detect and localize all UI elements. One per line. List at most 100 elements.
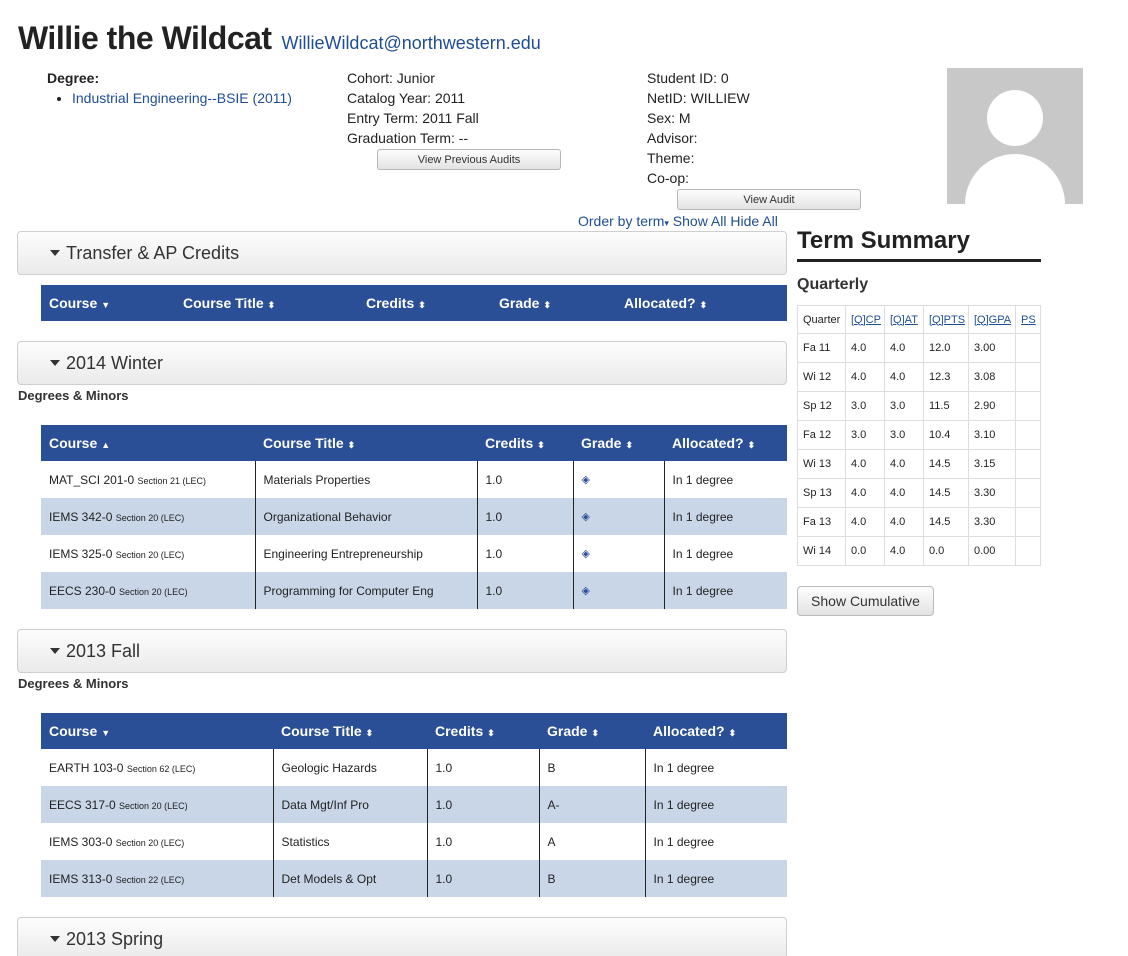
col-course-title[interactable]: Course Title ⬍ [255, 425, 477, 461]
sort-icon: ⬍ [747, 440, 756, 450]
title-cell: Statistics [272, 823, 427, 860]
title-cell: Organizational Behavior [254, 498, 477, 535]
table-row: Wi 12 4.0 4.0 12.3 3.08 [797, 362, 1041, 392]
allocated-cell: In 1 degree [644, 786, 787, 823]
sort-icon: ▲ [101, 440, 111, 450]
netid: NetID: WILLIEW [647, 90, 750, 106]
student-name: Willie the Wildcat [18, 20, 272, 56]
degree-item: Industrial Engineering--BSIE (2011) [72, 88, 327, 108]
table-row: EECS 230-0 Section 20 (LEC) Programming … [41, 572, 787, 609]
view-previous-audits-button[interactable]: View Previous Audits [377, 149, 561, 170]
sort-icon: ⬍ [728, 728, 737, 738]
allocated-cell: In 1 degree [663, 498, 787, 535]
section-title: Transfer & AP Credits [66, 242, 240, 263]
section-title: 2013 Spring [66, 928, 164, 949]
credits-cell: 1.0 [476, 572, 573, 609]
order-links: Order by term▾ Show All Hide All [578, 213, 778, 229]
avatar-head [987, 90, 1043, 146]
sort-icon: ⬍ [543, 300, 552, 310]
sort-icon: ⬍ [487, 728, 495, 738]
grade-diamond-icon: ◈ [572, 461, 664, 498]
view-audit-button[interactable]: View Audit [677, 189, 861, 210]
section-header-2014-winter[interactable]: 2014 Winter [17, 341, 787, 385]
col-credits[interactable]: Credits ⬍ [427, 713, 539, 749]
ts-col-ps[interactable]: PS [1015, 305, 1041, 334]
sort-icon: ▼ [101, 300, 111, 310]
credits-cell: 1.0 [426, 823, 539, 860]
show-all-link[interactable]: Show All [673, 213, 727, 229]
student-id: Student ID: 0 [647, 70, 729, 86]
table-row: EECS 317-0 Section 20 (LEC) Data Mgt/Inf… [41, 786, 787, 823]
caret-down-icon [50, 250, 60, 256]
col-grade[interactable]: Grade ⬍ [491, 285, 616, 321]
title-cell: Engineering Entrepreneurship [254, 535, 477, 572]
credits-cell: 1.0 [426, 860, 539, 897]
section-header-2013-fall[interactable]: 2013 Fall [17, 629, 787, 673]
theme: Theme: [647, 150, 695, 166]
term-summary-title: Term Summary [797, 227, 1041, 262]
allocated-cell: In 1 degree [644, 860, 787, 897]
ts-col-qat[interactable]: [Q]AT [884, 305, 924, 334]
col-credits[interactable]: Credits ⬍ [477, 425, 573, 461]
ts-col-qcp[interactable]: [Q]CP [845, 305, 885, 334]
cohort-info: Cohort: Junior Catalog Year: 2011 Entry … [347, 68, 587, 148]
order-dropdown-icon[interactable]: ▾ [664, 218, 669, 228]
page-header: Willie the Wildcat WillieWildcat@northwe… [18, 20, 541, 57]
ts-col-qgpa[interactable]: [Q]GPA [968, 305, 1016, 334]
col-grade[interactable]: Grade ⬍ [573, 425, 664, 461]
col-credits[interactable]: Credits ⬍ [358, 285, 491, 321]
table-row: Sp 12 3.0 3.0 11.5 2.90 [797, 391, 1041, 421]
degree-list: Industrial Engineering--BSIE (2011) [72, 88, 327, 108]
order-by-term-link[interactable]: Order by term [578, 213, 664, 229]
grade-diamond-icon: ◈ [572, 535, 664, 572]
catalog-year: Catalog Year: 2011 [347, 90, 466, 106]
col-course-title[interactable]: Course Title ⬍ [175, 285, 358, 321]
title-cell: Geologic Hazards [272, 749, 427, 786]
table-row: Fa 13 4.0 4.0 14.5 3.30 [797, 507, 1041, 537]
grade-cell: B [538, 860, 645, 897]
credits-cell: 1.0 [426, 749, 539, 786]
allocated-cell: In 1 degree [644, 749, 787, 786]
sub-label: Degrees & Minors [18, 388, 129, 403]
grade-diamond-icon: ◈ [572, 572, 664, 609]
term-summary-table: Quarter [Q]CP [Q]AT [Q]PTS [Q]GPA PS Fa … [797, 305, 1041, 566]
table-row: Fa 11 4.0 4.0 12.0 3.00 [797, 333, 1041, 363]
section-header-transfer[interactable]: Transfer & AP Credits [17, 231, 787, 275]
table-row: IEMS 342-0 Section 20 (LEC) Organization… [41, 498, 787, 535]
col-course[interactable]: Course ▲ [41, 425, 255, 461]
winter-2014-table: Course ▲ Course Title ⬍ Credits ⬍ Grade ⬍ Al… [41, 425, 787, 609]
entry-term: Entry Term: 2011 Fall [347, 110, 479, 126]
col-allocated[interactable]: Allocated? ⬍ [616, 285, 787, 321]
sort-icon: ⬍ [347, 440, 356, 450]
allocated-cell: In 1 degree [663, 572, 787, 609]
grade-cell: B [538, 749, 645, 786]
sub-label: Degrees & Minors [18, 676, 129, 691]
title-cell: Data Mgt/Inf Pro [272, 786, 427, 823]
section-header-2013-spring[interactable]: 2013 Spring [17, 917, 787, 956]
ts-col-qpts[interactable]: [Q]PTS [923, 305, 969, 334]
student-email-link[interactable]: WillieWildcat@northwestern.edu [281, 33, 540, 53]
sort-icon: ⬍ [699, 300, 708, 310]
hide-all-link[interactable]: Hide All [730, 213, 777, 229]
degree-link[interactable]: Industrial Engineering--BSIE (2011) [72, 90, 292, 106]
table-row: Fa 12 3.0 3.0 10.4 3.10 [797, 420, 1041, 450]
col-grade[interactable]: Grade ⬍ [539, 713, 645, 749]
table-row: Wi 14 0.0 4.0 0.0 0.00 [797, 536, 1041, 566]
section-title: 2014 Winter [66, 352, 164, 373]
grade-diamond-icon: ◈ [572, 498, 664, 535]
coop: Co-op: [647, 170, 690, 186]
col-course-title[interactable]: Course Title ⬍ [273, 713, 427, 749]
title-cell: Det Models & Opt [272, 860, 427, 897]
col-allocated[interactable]: Allocated? ⬍ [664, 425, 787, 461]
sort-icon: ⬍ [267, 300, 276, 310]
show-cumulative-button[interactable]: Show Cumulative [797, 586, 934, 616]
course-cell: IEMS 303-0 Section 20 (LEC) [49, 834, 185, 849]
col-allocated[interactable]: Allocated? ⬍ [645, 713, 787, 749]
avatar [947, 68, 1083, 204]
course-cell: EECS 230-0 Section 20 (LEC) [41, 572, 255, 609]
section-title: 2013 Fall [66, 640, 141, 661]
allocated-cell: In 1 degree [663, 461, 787, 498]
sort-icon: ⬍ [537, 440, 545, 450]
col-course[interactable]: Course ▼ [41, 713, 273, 749]
col-course[interactable]: Course ▼ [41, 285, 175, 321]
